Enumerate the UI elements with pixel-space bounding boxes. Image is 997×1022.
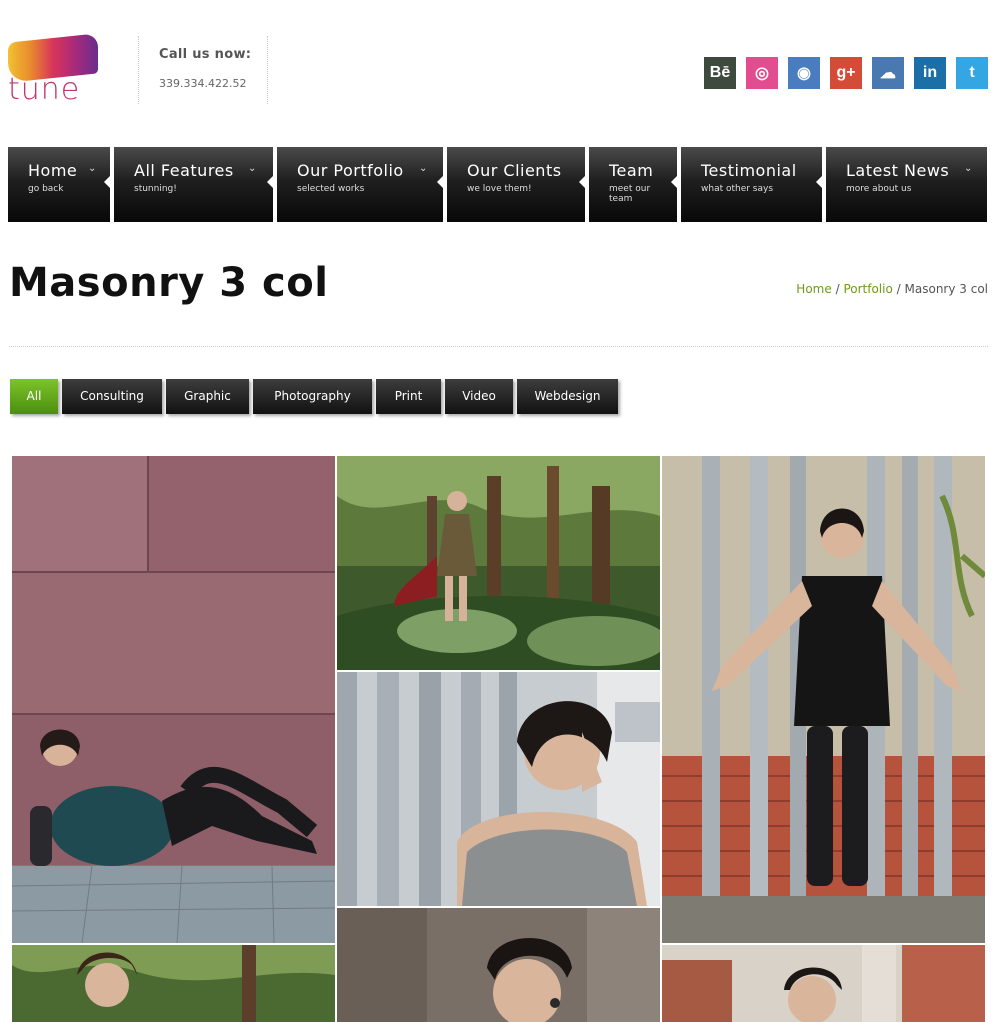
portfolio-photo[interactable] bbox=[337, 908, 660, 1022]
nav-subtitle: go back bbox=[28, 184, 64, 194]
nav-item-home[interactable]: Home ⌄ go back bbox=[8, 147, 111, 222]
filter-photography[interactable]: Photography bbox=[253, 379, 372, 414]
logo-text: tune bbox=[8, 72, 81, 107]
filter-print[interactable]: Print bbox=[376, 379, 441, 414]
breadcrumb-portfolio[interactable]: Portfolio bbox=[843, 282, 892, 296]
nav-title: Team bbox=[609, 161, 654, 180]
filter-graphic[interactable]: Graphic bbox=[166, 379, 249, 414]
nav-title: Our Clients bbox=[467, 161, 562, 180]
cloud-icon[interactable]: ☁ bbox=[872, 57, 904, 89]
contact-title: Call us now: bbox=[159, 47, 252, 62]
nav-subtitle: stunning! bbox=[134, 184, 177, 194]
nav-title: Latest News bbox=[846, 161, 950, 180]
nav-notch bbox=[816, 175, 823, 189]
nav-title: Home bbox=[28, 161, 78, 180]
github-icon[interactable]: ◉ bbox=[788, 57, 820, 89]
nav-subtitle: we love them! bbox=[467, 184, 532, 194]
nav-notch bbox=[579, 175, 586, 189]
behance-icon[interactable]: Bē bbox=[704, 57, 736, 89]
breadcrumb-current: Masonry 3 col bbox=[904, 282, 988, 296]
portfolio-photo[interactable] bbox=[662, 456, 985, 943]
linkedin-icon[interactable]: in bbox=[914, 57, 946, 89]
dribbble-icon[interactable]: ◎ bbox=[746, 57, 778, 89]
nav-item-our-portfolio[interactable]: Our Portfolio ⌄ selected works bbox=[277, 147, 444, 222]
nav-notch bbox=[104, 175, 111, 189]
site-logo[interactable]: tune bbox=[8, 33, 100, 108]
nav-subtitle: selected works bbox=[297, 184, 365, 194]
breadcrumb-home[interactable]: Home bbox=[796, 282, 831, 296]
portfolio-photo[interactable] bbox=[337, 456, 660, 670]
breadcrumb: Home / Portfolio / Masonry 3 col bbox=[796, 282, 988, 296]
breadcrumb-separator: / bbox=[835, 282, 840, 296]
nav-title: Testimonial bbox=[701, 161, 797, 180]
breadcrumb-separator: / bbox=[896, 282, 901, 296]
nav-title: Our Portfolio bbox=[297, 161, 404, 180]
nav-subtitle: what other says bbox=[701, 184, 774, 194]
chevron-down-icon: ⌄ bbox=[964, 163, 973, 174]
nav-notch bbox=[671, 175, 678, 189]
filter-video[interactable]: Video bbox=[445, 379, 513, 414]
nav-item-team[interactable]: Team meet our team bbox=[589, 147, 678, 222]
filter-all[interactable]: All bbox=[10, 379, 58, 414]
nav-title: All Features bbox=[134, 161, 234, 180]
nav-notch bbox=[437, 175, 444, 189]
chevron-down-icon: ⌄ bbox=[248, 163, 257, 174]
nav-item-our-clients[interactable]: Our Clients we love them! bbox=[447, 147, 586, 222]
portfolio-photo[interactable] bbox=[12, 456, 335, 943]
header-divider bbox=[267, 36, 268, 104]
portfolio-photo[interactable] bbox=[337, 672, 660, 906]
filter-consulting[interactable]: Consulting bbox=[62, 379, 162, 414]
nav-item-all-features[interactable]: All Features ⌄ stunning! bbox=[114, 147, 274, 222]
filter-webdesign[interactable]: Webdesign bbox=[517, 379, 618, 414]
portfolio-photo[interactable] bbox=[12, 945, 335, 1022]
nav-subtitle: more about us bbox=[846, 184, 912, 194]
nav-subtitle: meet our team bbox=[609, 184, 651, 204]
chevron-down-icon: ⌄ bbox=[88, 163, 97, 174]
nav-item-testimonial[interactable]: Testimonial what other says bbox=[681, 147, 823, 222]
google-plus-icon[interactable]: g+ bbox=[830, 57, 862, 89]
nav-notch bbox=[267, 175, 274, 189]
chevron-down-icon: ⌄ bbox=[419, 163, 428, 174]
page-title: Masonry 3 col bbox=[9, 260, 329, 306]
nav-item-latest-news[interactable]: Latest News ⌄ more about us bbox=[826, 147, 987, 222]
portfolio-photo[interactable] bbox=[662, 945, 985, 1022]
header-divider bbox=[138, 36, 139, 104]
contact-phone: 339.334.422.52 bbox=[159, 77, 247, 90]
title-divider bbox=[9, 346, 988, 347]
twitter-icon[interactable]: t bbox=[956, 57, 988, 89]
